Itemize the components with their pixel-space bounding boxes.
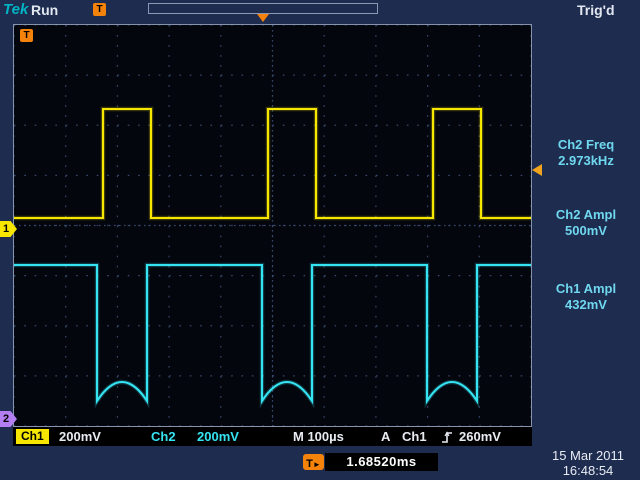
- rising-edge-slope-icon: [441, 430, 453, 447]
- time-text: 16:48:54: [538, 463, 638, 478]
- graticule: [13, 24, 532, 427]
- right-arrow-icon: ►: [313, 460, 321, 469]
- trigger-mode: A: [381, 429, 390, 444]
- trigger-position-marker-icon: [257, 14, 269, 22]
- readout-value: 500mV: [534, 223, 638, 239]
- ch1-scale-value: 200mV: [59, 429, 101, 444]
- ch1-scale-chip: Ch1: [16, 429, 49, 444]
- readout-ch2-freq: Ch2 Freq 2.973kHz: [534, 137, 638, 169]
- datetime-readout: 15 Mar 2011 16:48:54: [538, 448, 638, 478]
- oscilloscope-screen: Tek Run T Trig'd T 1 2 Ch2 Freq 2.973kHz…: [0, 0, 640, 480]
- timebase-readout: M 100µs: [293, 429, 344, 444]
- trigger-time-value: 1.68520ms: [325, 453, 438, 471]
- trigger-source: Ch1: [402, 429, 427, 444]
- readout-label: Ch2 Freq: [534, 137, 638, 153]
- readout-label: Ch1 Ampl: [534, 281, 638, 297]
- status-bar: Ch1 200mV Ch2 200mV M 100µs A Ch1 260mV: [13, 427, 532, 446]
- acquisition-run-status: Run: [31, 2, 58, 18]
- acquisition-record-bar: [148, 3, 378, 14]
- readout-value: 2.973kHz: [534, 153, 638, 169]
- trigger-t-graticule-icon: T: [20, 29, 33, 42]
- trigger-status: Trig'd: [577, 2, 615, 18]
- trigger-t-icon: T: [93, 3, 106, 16]
- readout-ch1-ampl: Ch1 Ampl 432mV: [534, 281, 638, 313]
- date-text: 15 Mar 2011: [538, 448, 638, 463]
- waveform-svg: [14, 25, 531, 426]
- readout-value: 432mV: [534, 297, 638, 313]
- readout-ch2-ampl: Ch2 Ampl 500mV: [534, 207, 638, 239]
- trigger-level-readout: 260mV: [459, 429, 501, 444]
- tek-logo: Tek: [3, 1, 28, 18]
- trigger-t-icon: T: [306, 458, 313, 470]
- trigger-time-badge: T►: [303, 454, 324, 470]
- ch2-scale-chip: Ch2: [151, 429, 176, 444]
- readout-label: Ch2 Ampl: [534, 207, 638, 223]
- ch2-scale-value: 200mV: [197, 429, 239, 444]
